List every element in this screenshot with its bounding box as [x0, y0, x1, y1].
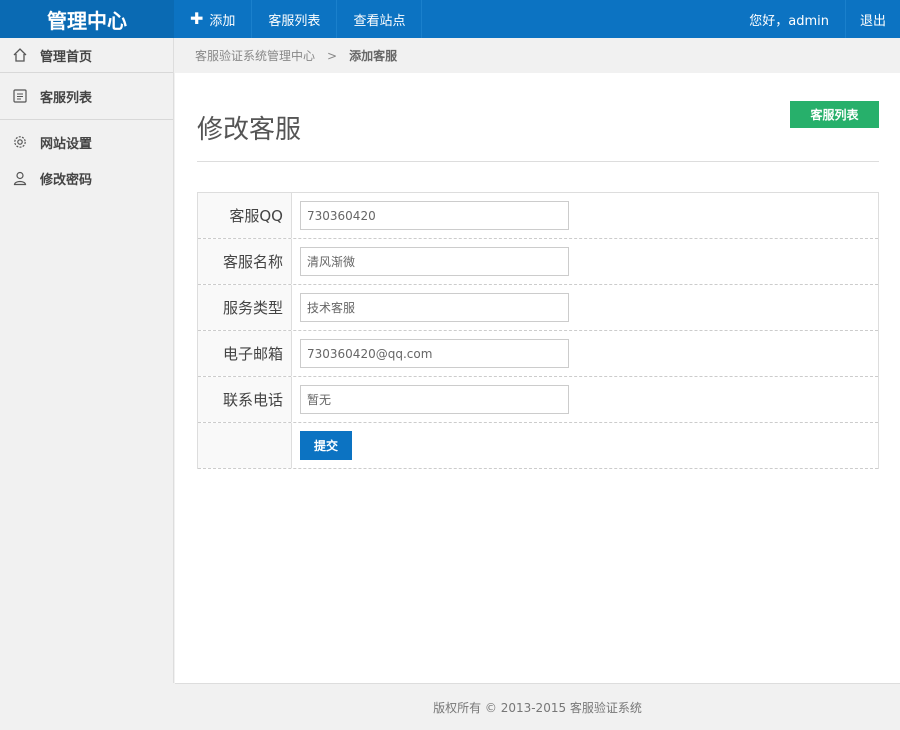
nav-service-list[interactable]: 客服列表	[252, 0, 338, 38]
sidebar-item-home[interactable]: 管理首页	[0, 38, 173, 73]
nav-view-site-label: 查看站点	[353, 13, 406, 29]
plus-icon: ✚	[190, 9, 204, 28]
breadcrumb-current: 添加客服	[349, 49, 398, 63]
breadcrumb-separator: >	[327, 48, 338, 63]
sidebar-item-label: 管理首页	[40, 49, 93, 65]
nav-add[interactable]: ✚ 添加	[174, 0, 253, 38]
breadcrumb-root[interactable]: 客服验证系统管理中心	[195, 47, 315, 64]
name-label: 客服名称	[198, 239, 292, 284]
email-input[interactable]	[300, 339, 569, 368]
breadcrumb: 客服验证系统管理中心 > 添加客服	[175, 38, 900, 73]
sidebar-item-site-settings[interactable]: 网站设置	[0, 124, 173, 160]
submit-button[interactable]: 提交	[300, 431, 352, 460]
sidebar-item-service-list[interactable]: 客服列表	[0, 73, 173, 119]
form-row-name: 客服名称	[198, 239, 878, 285]
copyright-text: 版权所有 © 2013-2015 客服验证系统	[433, 700, 642, 715]
sidebar-divider	[0, 119, 173, 120]
form-row-type: 服务类型	[198, 285, 878, 331]
nav-add-label: 添加	[209, 13, 236, 29]
sidebar-item-label: 客服列表	[40, 90, 93, 106]
sidebar-item-change-password[interactable]: 修改密码	[0, 160, 173, 196]
form-row-email: 电子邮箱	[198, 331, 878, 377]
page-title: 修改客服	[197, 115, 302, 145]
phone-field-cell	[292, 377, 878, 422]
qq-label: 客服QQ	[198, 193, 292, 238]
qq-input[interactable]	[300, 201, 569, 230]
service-type-label: 服务类型	[198, 285, 292, 330]
edit-service-form: 客服QQ 客服名称 服务类型 电子邮箱 联系电话	[197, 192, 879, 469]
sidebar: 管理首页 客服列表 网站设置 修改密码	[0, 38, 174, 683]
name-input[interactable]	[300, 247, 569, 276]
email-label: 电子邮箱	[198, 331, 292, 376]
form-row-phone: 联系电话	[198, 377, 878, 423]
email-field-cell	[292, 331, 878, 376]
user-icon	[12, 170, 28, 186]
service-list-button[interactable]: 客服列表	[790, 101, 879, 128]
list-icon	[12, 88, 28, 104]
title-divider	[197, 161, 879, 162]
name-field-cell	[292, 239, 878, 284]
top-bar: 管理中心 ✚ 添加 客服列表 查看站点 您好，admin 退出	[0, 0, 900, 38]
submit-field-cell: 提交	[292, 423, 878, 468]
top-right: 您好，admin 退出	[733, 0, 900, 38]
form-row-submit: 提交	[198, 423, 878, 469]
form-row-qq: 客服QQ	[198, 193, 878, 239]
sidebar-item-label: 修改密码	[40, 172, 93, 188]
qq-field-cell	[292, 193, 878, 238]
submit-label-cell	[198, 423, 292, 468]
main-content: 修改客服 客服列表 客服QQ 客服名称 服务类型 电子邮箱	[175, 73, 900, 683]
gear-icon	[12, 134, 28, 150]
nav-service-list-label: 客服列表	[268, 13, 321, 29]
sidebar-item-label: 网站设置	[40, 136, 93, 152]
service-type-input[interactable]	[300, 293, 569, 322]
service-type-field-cell	[292, 285, 878, 330]
logout-link[interactable]: 退出	[846, 0, 900, 38]
phone-label: 联系电话	[198, 377, 292, 422]
home-icon	[12, 47, 28, 63]
brand-title[interactable]: 管理中心	[0, 0, 174, 38]
nav-view-site[interactable]: 查看站点	[337, 0, 423, 38]
user-greeting: 您好，admin	[733, 0, 846, 38]
footer: 版权所有 © 2013-2015 客服验证系统	[175, 683, 900, 730]
phone-input[interactable]	[300, 385, 569, 414]
top-nav: ✚ 添加 客服列表 查看站点	[174, 0, 423, 38]
